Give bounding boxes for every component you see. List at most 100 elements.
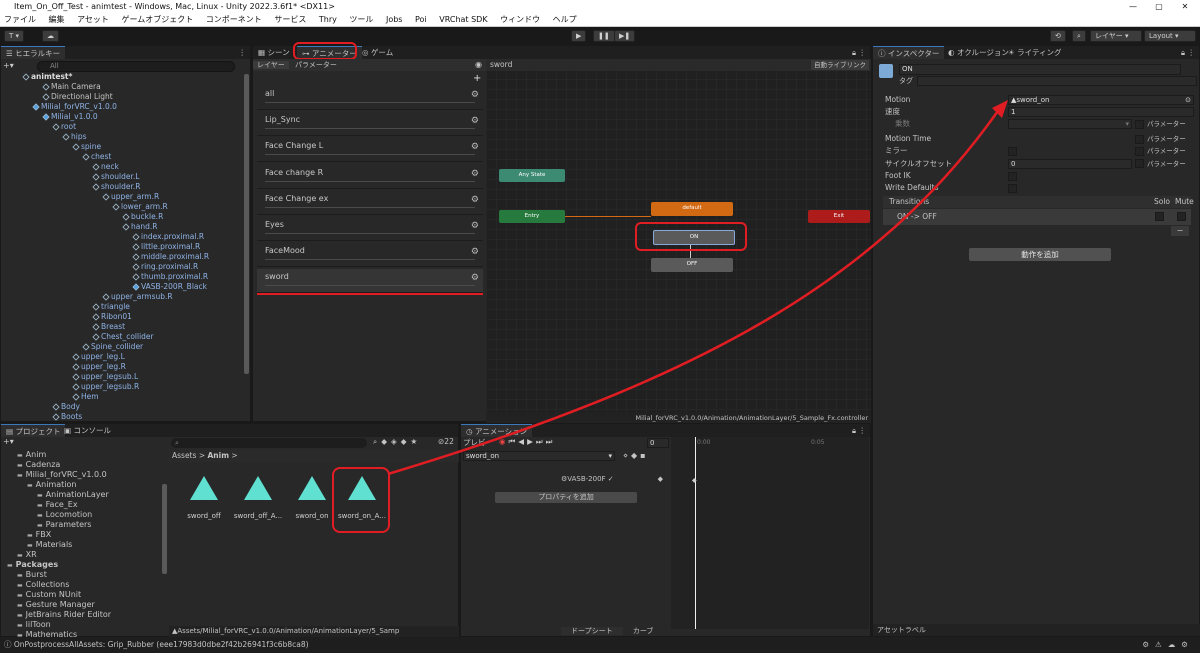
layer-item[interactable]: Face Change ex ⚙	[257, 191, 483, 215]
playhead[interactable]	[695, 437, 696, 629]
layout-dropdown[interactable]: Layout ▾	[1144, 30, 1196, 42]
hierarchy-row[interactable]: Hem	[1, 392, 242, 402]
search-icon[interactable]: ⌕	[1072, 30, 1086, 42]
menu-help[interactable]: ヘルプ	[553, 15, 577, 24]
history-icon[interactable]: ⟲	[1050, 30, 1066, 42]
hierarchy-row[interactable]: animtest*	[1, 72, 242, 82]
keyframe-marker[interactable]: ◆	[692, 477, 697, 484]
layers-dropdown[interactable]: レイヤー ▾	[1090, 30, 1142, 42]
tab-project[interactable]: ▤ プロジェクト	[1, 424, 66, 437]
project-filter-icons[interactable]: ⌕◆◈◆★	[373, 437, 421, 447]
remove-transition-button[interactable]: −	[1171, 226, 1189, 236]
tab-console[interactable]: ▣ コンソール	[59, 424, 116, 437]
cloud-icon[interactable]: ☁	[42, 30, 59, 42]
tab-dopesheet[interactable]: ドープシート	[561, 627, 623, 635]
folder-item[interactable]: ▬ Burst	[1, 570, 161, 580]
hierarchy-row[interactable]: index.proximal.R	[1, 232, 242, 242]
gear-icon[interactable]: ⚙	[471, 192, 479, 208]
state-off[interactable]: OFF	[651, 258, 733, 272]
menu-thry[interactable]: Thry	[319, 15, 337, 24]
asset-sword-on[interactable]: sword_on	[287, 476, 337, 520]
multiplier-dropdown[interactable]: ▾	[1008, 119, 1132, 129]
hierarchy-row[interactable]: hips	[1, 132, 242, 142]
hierarchy-row[interactable]: neck	[1, 162, 242, 172]
folder-item[interactable]: ▬ Face_Ex	[1, 500, 161, 510]
folder-scrollbar[interactable]	[162, 484, 167, 574]
clip-dropdown[interactable]: sword_on ▾	[463, 451, 615, 461]
speed-field[interactable]: 1	[1008, 107, 1194, 117]
hierarchy-row[interactable]: triangle	[1, 302, 242, 312]
gear-icon[interactable]: ⚙	[471, 139, 479, 155]
asset-sword-off[interactable]: sword_off	[179, 476, 229, 520]
multiplier-param-checkbox[interactable]	[1135, 120, 1144, 129]
folder-item[interactable]: ▬ Cadenza	[1, 460, 161, 470]
layer-item[interactable]: Face Change L ⚙	[257, 138, 483, 163]
project-add-button[interactable]: +▾	[3, 437, 14, 446]
hierarchy-row[interactable]: shoulder.R	[1, 182, 242, 192]
hierarchy-row[interactable]: buckle.R	[1, 212, 242, 222]
hierarchy-row[interactable]: ring.proximal.R	[1, 262, 242, 272]
folder-item[interactable]: ▬ FBX	[1, 530, 161, 540]
hierarchy-row[interactable]: Boots	[1, 412, 242, 422]
hierarchy-row[interactable]: upper_legsub.R	[1, 382, 242, 392]
gear-icon[interactable]: ⚙	[471, 87, 479, 103]
menu-tools[interactable]: ツール	[349, 15, 373, 24]
state-entry[interactable]: Entry	[499, 210, 565, 223]
menu-component[interactable]: コンポーネント	[206, 15, 262, 24]
gear-icon[interactable]: ⚙	[471, 244, 479, 260]
add-behaviour-button[interactable]: 動作を追加	[969, 248, 1111, 261]
record-controls[interactable]: ◉⏮◀▶⏭⏭	[499, 437, 555, 447]
folder-item[interactable]: ▬ Parameters	[1, 520, 161, 530]
hierarchy-row[interactable]: chest	[1, 152, 242, 162]
menu-gameobject[interactable]: ゲームオブジェクト	[121, 15, 193, 24]
foot-ik-checkbox[interactable]	[1008, 172, 1017, 181]
object-picker-icon[interactable]: ⊙	[1185, 96, 1191, 105]
hierarchy-row[interactable]: upper_leg.R	[1, 362, 242, 372]
layer-item[interactable]: Face change R ⚙	[257, 165, 483, 189]
hierarchy-row[interactable]: shoulder.L	[1, 172, 242, 182]
folder-item[interactable]: ▬ Locomotion	[1, 510, 161, 520]
layer-item[interactable]: sword ⚙	[257, 269, 483, 294]
hierarchy-row[interactable]: Breast	[1, 322, 242, 332]
graph-breadcrumb[interactable]: sword	[490, 60, 512, 69]
folder-item[interactable]: ▬ Milial_forVRC_v1.0.0	[1, 470, 161, 480]
folder-item[interactable]: ▬ Materials	[1, 540, 161, 550]
state-any[interactable]: Any State	[499, 169, 565, 182]
state-exit[interactable]: Exit	[808, 210, 870, 223]
play-button[interactable]: ▶	[571, 30, 587, 42]
menu-vrchat-sdk[interactable]: VRChat SDK	[439, 15, 487, 24]
menu-file[interactable]: ファイル	[4, 15, 36, 24]
hierarchy-row[interactable]: root	[1, 122, 242, 132]
gear-icon[interactable]: ⚙	[471, 270, 479, 286]
tab-animation[interactable]: ◷ アニメーション	[461, 424, 533, 437]
hierarchy-search-input[interactable]: All	[37, 61, 235, 72]
motion-field[interactable]: ▲sword_on ⊙	[1008, 95, 1194, 105]
transition-mute-checkbox[interactable]	[1177, 212, 1186, 221]
hierarchy-row[interactable]: Main Camera	[1, 82, 242, 92]
hierarchy-row[interactable]: Ribon01	[1, 312, 242, 322]
folder-item[interactable]: ▬ Gesture Manager	[1, 600, 161, 610]
step-button[interactable]: ▶❚	[614, 30, 636, 42]
status-icons[interactable]: ⚙⚠☁⚙	[1142, 637, 1194, 653]
tag-field[interactable]	[917, 76, 1197, 86]
hierarchy-row[interactable]: upper_leg.L	[1, 352, 242, 362]
eye-icon[interactable]: ◉	[475, 59, 482, 71]
state-default[interactable]: default	[651, 202, 733, 216]
layer-item[interactable]: all ⚙	[257, 86, 483, 110]
state-name-field[interactable]: ON	[899, 64, 1181, 75]
pause-button[interactable]: ❚❚	[593, 30, 615, 42]
panel-menu-icon[interactable]: ⋮	[239, 46, 247, 59]
account-dropdown[interactable]: T ▾	[4, 30, 25, 42]
hierarchy-row[interactable]: Directional Light	[1, 92, 242, 102]
hierarchy-row[interactable]: VASB-200R_Black	[1, 282, 242, 292]
folder-item[interactable]: ▬ Collections	[1, 580, 161, 590]
layer-item[interactable]: Eyes ⚙	[257, 217, 483, 241]
tab-hierarchy[interactable]: ☰ ヒエラルキー	[1, 46, 66, 59]
gear-icon[interactable]: ⚙	[471, 218, 479, 234]
hierarchy-row[interactable]: Body	[1, 402, 242, 412]
hierarchy-row[interactable]: upper_arm.R	[1, 192, 242, 202]
hierarchy-row[interactable]: Milial_v1.0.0	[1, 112, 242, 122]
add-layer-button[interactable]: +	[473, 73, 481, 84]
gear-icon[interactable]: ⚙	[471, 166, 479, 182]
menu-poi[interactable]: Poi	[415, 15, 427, 24]
